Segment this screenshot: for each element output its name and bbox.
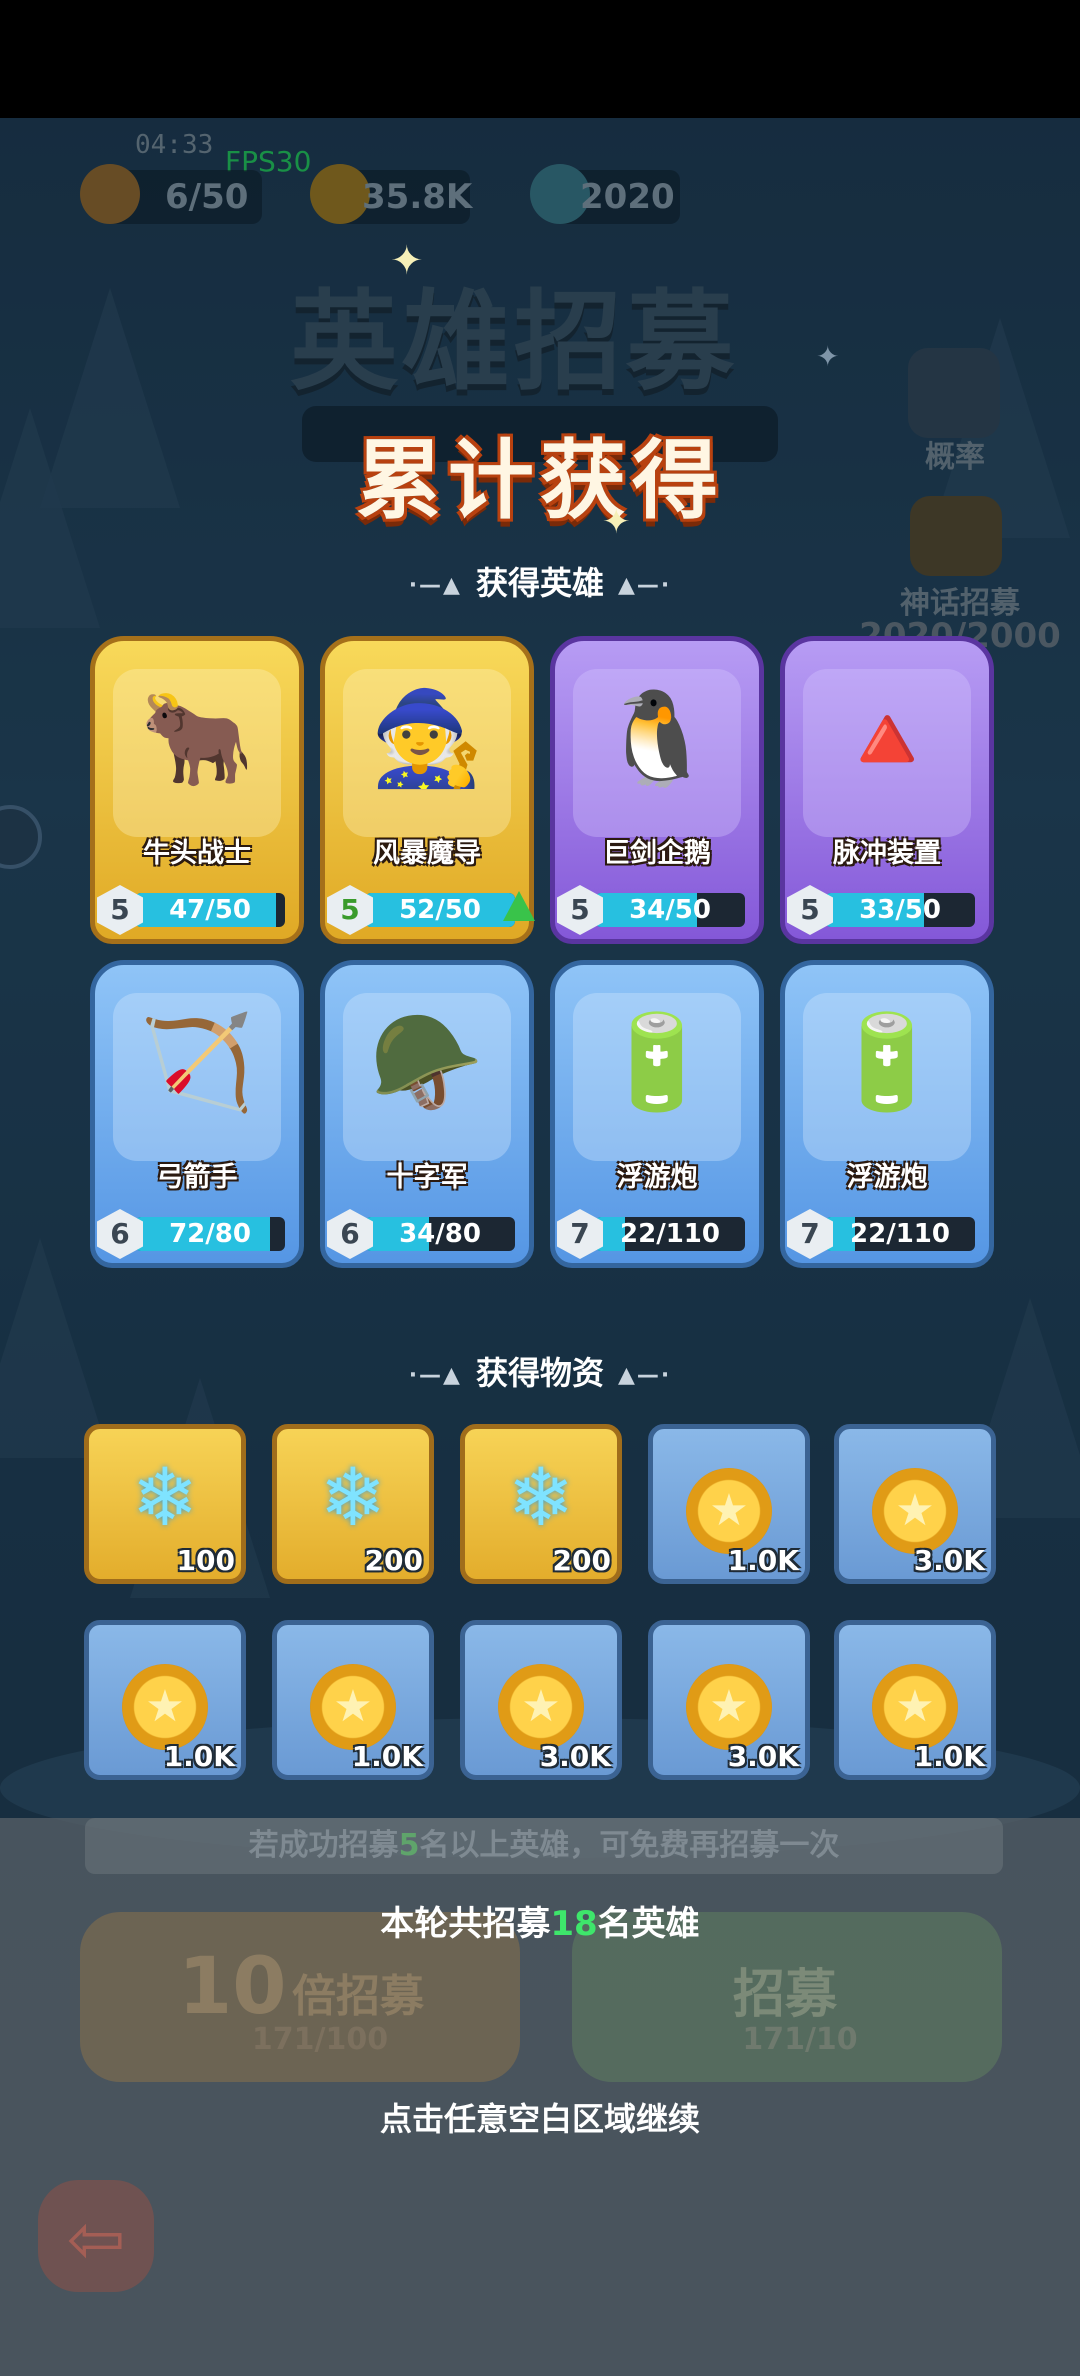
hero-progress-bar: 52/50	[365, 893, 515, 927]
hero-card[interactable]: 🔺 脉冲装置 33/50 5	[780, 636, 994, 944]
hero-card[interactable]: 🔋 浮游炮 22/110 7	[550, 960, 764, 1268]
hero-card[interactable]: 🐧 巨剑企鹅 34/50 5	[550, 636, 764, 944]
hero-card[interactable]: 🏹 弓箭手 72/80 6	[90, 960, 304, 1268]
item-count: 1.0K	[351, 1740, 423, 1773]
reward-item[interactable]: ★ 3.0K	[834, 1424, 996, 1584]
gold-coin-icon: ★	[277, 1639, 429, 1750]
ten-recruit-number: 10	[178, 1942, 287, 2032]
gold-coin-icon: ★	[653, 1639, 805, 1750]
hero-progress-text: 47/50	[169, 895, 251, 925]
back-button[interactable]: ⇦	[38, 2180, 154, 2292]
hero-progress-text: 52/50	[399, 895, 481, 925]
recruit-label: 招募	[732, 1965, 837, 2025]
greatsword-penguin-icon: 🐧	[599, 685, 715, 792]
pulse-device-icon: 🔺	[829, 685, 945, 792]
hero-name: 牛头战士	[143, 838, 251, 869]
hero-progress-bar: 22/110	[595, 1217, 745, 1251]
hero-progress-bar: 22/110	[825, 1217, 975, 1251]
reward-item[interactable]: ★ 1.0K	[834, 1620, 996, 1780]
reward-item[interactable]: ❄ 200	[272, 1424, 434, 1584]
item-count: 3.0K	[539, 1740, 611, 1773]
hero-card[interactable]: 🪖 十字军 34/80 6	[320, 960, 534, 1268]
item-count: 3.0K	[727, 1740, 799, 1773]
item-count: 1.0K	[727, 1544, 799, 1577]
hero-progress-bar: 72/80	[135, 1217, 285, 1251]
reward-item[interactable]: ★ 1.0K	[84, 1620, 246, 1780]
sparkle-icon: ✦	[816, 340, 840, 373]
item-count: 100	[176, 1544, 235, 1577]
gold-coin-icon: ★	[839, 1443, 991, 1554]
hero-progress-text: 33/50	[859, 895, 941, 925]
hero-progress-bar: 33/50	[825, 893, 975, 927]
item-count: 1.0K	[163, 1740, 235, 1773]
hero-name: 风暴魔导	[373, 838, 481, 869]
floating-cannon-icon: 🔋	[599, 1009, 715, 1116]
archer-icon: 🏹	[139, 1009, 255, 1116]
hero-name: 十字军	[386, 1162, 468, 1193]
hero-progress-text: 34/50	[629, 895, 711, 925]
reward-item[interactable]: ❄ 100	[84, 1424, 246, 1584]
hero-name: 脉冲装置	[833, 838, 941, 869]
hero-progress-bar: 47/50	[135, 893, 285, 927]
hero-card[interactable]: 🐂 牛头战士 47/50 5	[90, 636, 304, 944]
reward-item[interactable]: ★ 3.0K	[460, 1620, 622, 1780]
hero-name: 浮游炮	[616, 1162, 698, 1193]
hero-name: 弓箭手	[156, 1162, 238, 1193]
crystal-icon: ❄	[507, 1451, 575, 1544]
minotaur-warrior-icon: 🐂	[139, 685, 255, 792]
hero-card[interactable]: 🔋 浮游炮 22/110 7	[780, 960, 994, 1268]
crusader-icon: 🪖	[369, 1009, 485, 1116]
tap-to-continue[interactable]: 点击任意空白区域继续	[0, 2094, 1080, 2140]
gold-coin-icon: ★	[465, 1639, 617, 1750]
reward-item[interactable]: ★ 1.0K	[272, 1620, 434, 1780]
crystal-icon: ❄	[319, 1451, 387, 1544]
hero-name: 浮游炮	[846, 1162, 928, 1193]
hero-progress-text: 22/110	[850, 1219, 950, 1249]
hero-card[interactable]: 🧙 风暴魔导 52/50 5	[320, 636, 535, 944]
recruit-count: 18	[550, 1904, 598, 1944]
item-count: 1.0K	[913, 1740, 985, 1773]
hero-progress-text: 34/80	[399, 1219, 481, 1249]
title-decoration: ·—▲	[408, 1362, 462, 1388]
title-decoration: ▲—·	[618, 572, 672, 598]
title-decoration: ·—▲	[408, 572, 462, 598]
storm-mage-icon: 🧙	[369, 685, 485, 792]
back-arrow-icon: ⇦	[66, 2198, 126, 2280]
recruit-result-text: 本轮共招募18名英雄	[380, 1904, 700, 1944]
upgrade-arrow-icon	[503, 891, 535, 921]
items-section-title: ·—▲ 获得物资 ▲—·	[408, 1354, 672, 1392]
hero-name: 巨剑企鹅	[603, 838, 711, 869]
recruit-cost: 171/10	[742, 2022, 858, 2057]
cumulative-obtained-title: 累计获得	[356, 431, 724, 531]
heroes-section-title: ·—▲ 获得英雄 ▲—·	[408, 564, 672, 602]
sparkle-icon: ✦	[602, 502, 631, 542]
floating-cannon-icon: 🔋	[829, 1009, 945, 1116]
item-count: 200	[552, 1544, 611, 1577]
reward-item[interactable]: ❄ 200	[460, 1424, 622, 1584]
hero-progress-bar: 34/80	[365, 1217, 515, 1251]
ten-recruit-label: 倍招募	[292, 1971, 424, 2022]
gold-coin-icon: ★	[89, 1639, 241, 1750]
title-decoration: ▲—·	[618, 1362, 672, 1388]
status-bar	[0, 0, 1080, 118]
hero-progress-bar: 34/50	[595, 893, 745, 927]
item-count: 200	[364, 1544, 423, 1577]
hero-progress-text: 72/80	[169, 1219, 251, 1249]
item-count: 3.0K	[913, 1544, 985, 1577]
crystal-icon: ❄	[131, 1451, 199, 1544]
gold-coin-icon: ★	[653, 1443, 805, 1554]
hero-progress-text: 22/110	[620, 1219, 720, 1249]
ten-recruit-cost: 171/100	[251, 2022, 389, 2057]
sparkle-icon: ✦	[390, 238, 424, 284]
free-recruit-hint: 若成功招募5名以上英雄，可免费再招募一次	[85, 1818, 1003, 1874]
reward-item[interactable]: ★ 1.0K	[648, 1424, 810, 1584]
reward-item[interactable]: ★ 3.0K	[648, 1620, 810, 1780]
gold-coin-icon: ★	[839, 1639, 991, 1750]
